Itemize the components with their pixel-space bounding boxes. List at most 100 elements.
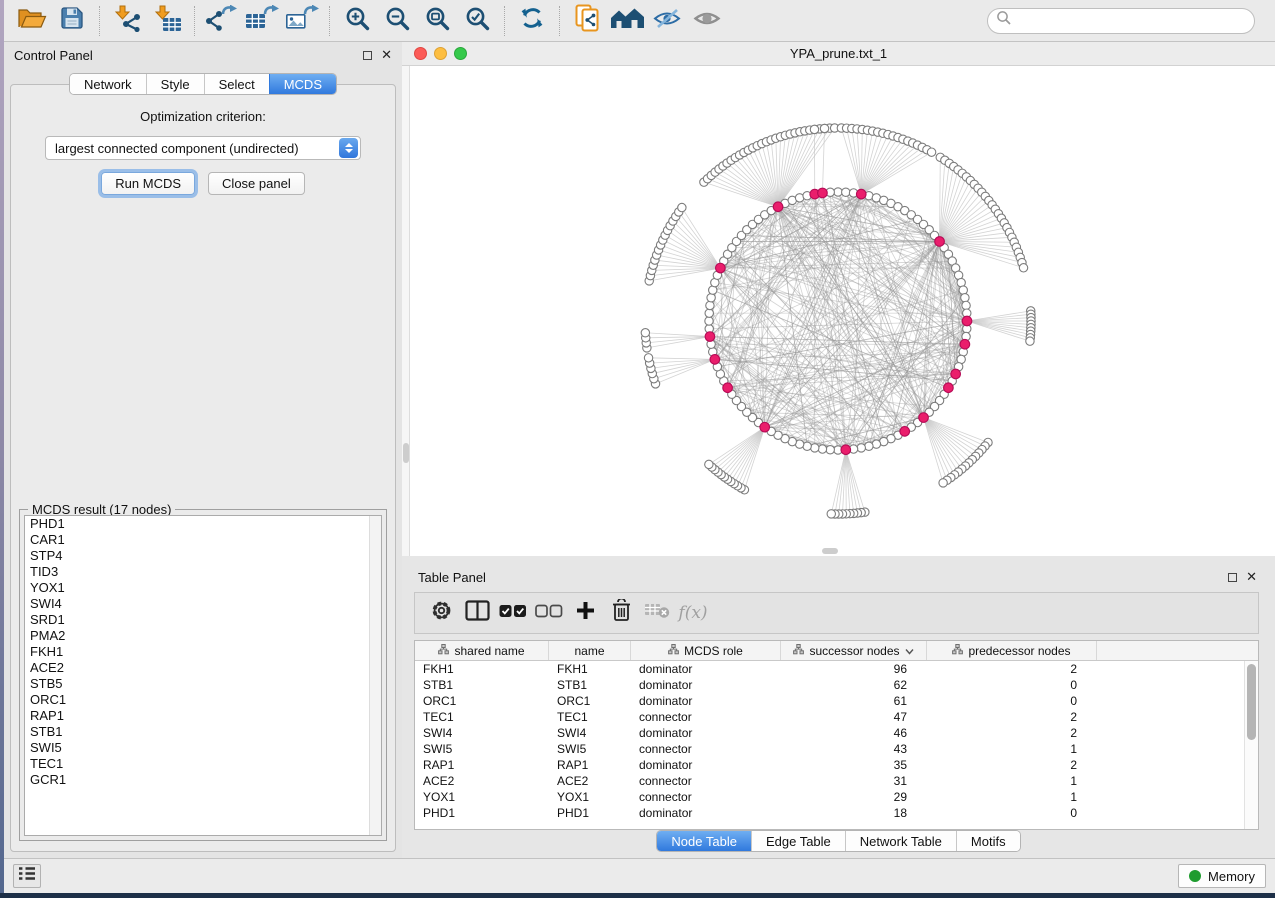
network-node[interactable] bbox=[834, 188, 842, 196]
mcds-hub-node[interactable] bbox=[841, 445, 851, 455]
table-row[interactable]: YOX1YOX1connector291 bbox=[415, 789, 1258, 805]
mcds-result-item[interactable]: ACE2 bbox=[25, 660, 381, 676]
mcds-result-item[interactable]: PHD1 bbox=[25, 516, 381, 532]
close-window-dot[interactable] bbox=[414, 47, 427, 60]
refresh-layout-button[interactable] bbox=[514, 4, 550, 38]
deselect-all-button[interactable] bbox=[533, 596, 565, 630]
zoom-in-button[interactable] bbox=[339, 4, 375, 38]
zoom-fit-button[interactable] bbox=[419, 4, 455, 38]
mcds-hub-node[interactable] bbox=[944, 383, 954, 393]
network-node[interactable] bbox=[826, 446, 834, 454]
mcds-hub-node[interactable] bbox=[856, 189, 866, 199]
maximize-window-dot[interactable] bbox=[454, 47, 467, 60]
float-panel-icon[interactable] bbox=[363, 51, 372, 60]
mcds-result-item[interactable]: ORC1 bbox=[25, 692, 381, 708]
satellite-node[interactable] bbox=[641, 329, 649, 337]
network-node[interactable] bbox=[705, 317, 713, 325]
tab-edge-table[interactable]: Edge Table bbox=[751, 831, 845, 851]
import-table-button[interactable] bbox=[149, 4, 185, 38]
delete-column-button[interactable] bbox=[605, 596, 637, 630]
close-table-panel-icon[interactable]: ✕ bbox=[1246, 572, 1257, 582]
network-node[interactable] bbox=[706, 301, 714, 309]
mcds-hub-node[interactable] bbox=[818, 188, 828, 198]
run-mcds-button[interactable]: Run MCDS bbox=[101, 172, 195, 195]
mcds-hub-node[interactable] bbox=[960, 339, 970, 349]
open-file-button[interactable] bbox=[14, 4, 50, 38]
search-input[interactable] bbox=[1012, 11, 1254, 31]
satellite-node[interactable] bbox=[927, 148, 935, 156]
optimization-criterion-select[interactable]: largest connected component (undirected) bbox=[45, 136, 361, 160]
function-builder-button[interactable]: f(x) bbox=[677, 596, 709, 630]
mcds-hub-node[interactable] bbox=[900, 427, 910, 437]
mcds-hub-node[interactable] bbox=[919, 413, 929, 423]
network-node[interactable] bbox=[961, 294, 969, 302]
mcds-hub-node[interactable] bbox=[935, 237, 945, 247]
network-node[interactable] bbox=[705, 309, 713, 317]
column-header-predecessor-nodes[interactable]: predecessor nodes bbox=[927, 641, 1097, 660]
satellite-node[interactable] bbox=[820, 124, 828, 132]
new-network-button[interactable] bbox=[569, 4, 605, 38]
satellite-node[interactable] bbox=[644, 354, 652, 362]
tab-mcds[interactable]: MCDS bbox=[269, 74, 336, 94]
satellite-node[interactable] bbox=[1026, 337, 1034, 345]
mcds-result-item[interactable]: PMA2 bbox=[25, 628, 381, 644]
zoom-selected-button[interactable] bbox=[459, 4, 495, 38]
close-panel-icon[interactable]: ✕ bbox=[381, 50, 392, 60]
network-left-scrollbar[interactable] bbox=[402, 66, 410, 556]
satellite-node[interactable] bbox=[678, 203, 686, 211]
hide-style-button[interactable] bbox=[649, 4, 685, 38]
satellite-node[interactable] bbox=[939, 479, 947, 487]
tab-select[interactable]: Select bbox=[204, 74, 269, 94]
tab-style[interactable]: Style bbox=[146, 74, 204, 94]
export-network-button[interactable] bbox=[204, 4, 240, 38]
task-history-button[interactable] bbox=[13, 864, 41, 888]
column-header-MCDS-role[interactable]: MCDS role bbox=[631, 641, 781, 660]
network-node[interactable] bbox=[811, 444, 819, 452]
network-hscroll-thumb[interactable] bbox=[822, 548, 838, 554]
table-scrollbar[interactable] bbox=[1244, 661, 1258, 829]
network-node[interactable] bbox=[857, 444, 865, 452]
home-button[interactable] bbox=[609, 4, 645, 38]
mcds-result-item[interactable]: FKH1 bbox=[25, 644, 381, 660]
mcds-result-item[interactable]: GCR1 bbox=[25, 772, 381, 788]
mcds-result-item[interactable]: SWI4 bbox=[25, 596, 381, 612]
satellite-node[interactable] bbox=[827, 510, 835, 518]
network-canvas[interactable] bbox=[410, 66, 1275, 556]
network-node[interactable] bbox=[865, 442, 873, 450]
minimize-window-dot[interactable] bbox=[434, 47, 447, 60]
mcds-result-item[interactable]: TID3 bbox=[25, 564, 381, 580]
mcds-hub-node[interactable] bbox=[705, 332, 715, 342]
table-row[interactable]: ORC1ORC1dominator610 bbox=[415, 693, 1258, 709]
tab-motifs[interactable]: Motifs bbox=[956, 831, 1020, 851]
mcds-hub-node[interactable] bbox=[710, 355, 720, 365]
network-graph[interactable] bbox=[410, 66, 1275, 556]
zoom-out-button[interactable] bbox=[379, 4, 415, 38]
mcds-result-item[interactable]: TEC1 bbox=[25, 756, 381, 772]
mcds-hub-node[interactable] bbox=[716, 263, 726, 273]
table-row[interactable]: RAP1RAP1dominator352 bbox=[415, 757, 1258, 773]
network-node[interactable] bbox=[707, 294, 715, 302]
table-scroll-thumb[interactable] bbox=[1247, 664, 1256, 740]
select-all-button[interactable] bbox=[497, 596, 529, 630]
table-row[interactable]: SWI5SWI5connector431 bbox=[415, 741, 1258, 757]
add-column-button[interactable] bbox=[569, 596, 601, 630]
search-box[interactable] bbox=[987, 8, 1255, 34]
tab-node-table[interactable]: Node Table bbox=[657, 831, 751, 851]
mcds-hub-node[interactable] bbox=[773, 202, 783, 212]
delete-table-button[interactable] bbox=[641, 596, 673, 630]
save-session-button[interactable] bbox=[54, 4, 90, 38]
mcds-result-item[interactable]: SWI5 bbox=[25, 740, 381, 756]
satellite-node[interactable] bbox=[705, 460, 713, 468]
show-columns-button[interactable] bbox=[461, 596, 493, 630]
tab-network-table[interactable]: Network Table bbox=[845, 831, 956, 851]
mcds-result-item[interactable]: STP4 bbox=[25, 548, 381, 564]
network-node[interactable] bbox=[959, 286, 967, 294]
mcds-result-item[interactable]: STB5 bbox=[25, 676, 381, 692]
mcds-result-item[interactable]: STB1 bbox=[25, 724, 381, 740]
network-node[interactable] bbox=[842, 188, 850, 196]
table-settings-button[interactable] bbox=[425, 596, 457, 630]
table-row[interactable]: SWI4SWI4dominator462 bbox=[415, 725, 1258, 741]
mcds-hub-node[interactable] bbox=[962, 316, 972, 326]
table-row[interactable]: TEC1TEC1connector472 bbox=[415, 709, 1258, 725]
satellite-node[interactable] bbox=[810, 125, 818, 133]
